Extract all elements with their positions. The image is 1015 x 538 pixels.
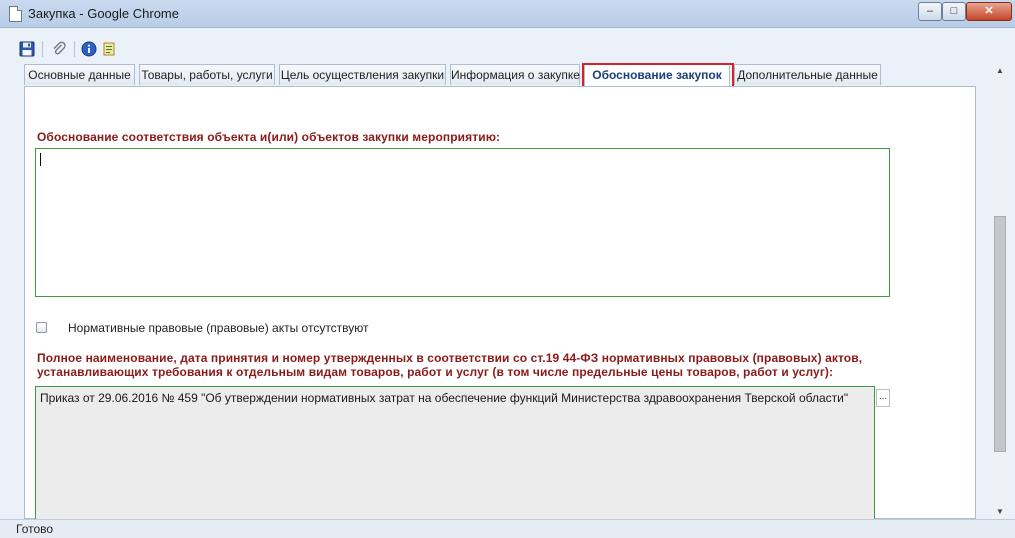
close-button[interactable]: ✕ <box>966 2 1012 21</box>
tab-purchase-justification[interactable]: Обоснование закупок <box>584 64 730 86</box>
toolbar-separator <box>42 41 43 57</box>
select-legal-act-button[interactable]: ... <box>876 389 890 407</box>
paperclip-icon[interactable] <box>50 40 68 58</box>
maximize-button[interactable]: □ <box>942 2 966 21</box>
scroll-up-icon[interactable]: ▲ <box>992 64 1008 78</box>
page-icon <box>9 6 22 22</box>
toolbar <box>12 38 1002 62</box>
tab-goods-works-services[interactable]: Товары, работы, услуги <box>139 64 275 85</box>
justification-heading: Обоснование соответствия объекта и(или) … <box>37 130 501 144</box>
tab-purchase-goal[interactable]: Цель осуществления закупки <box>279 64 446 85</box>
text-cursor <box>40 153 41 166</box>
save-icon[interactable] <box>18 40 36 58</box>
no-legal-acts-checkbox[interactable] <box>36 322 47 333</box>
toolbar-separator <box>74 41 75 57</box>
tab-content-panel: Обоснование соответствия объекта и(или) … <box>24 86 976 537</box>
background-window-ghost <box>640 3 910 23</box>
justification-textarea[interactable] <box>35 148 890 297</box>
info-icon[interactable] <box>80 40 98 58</box>
window-title: Закупка - Google Chrome <box>28 6 179 21</box>
title-bar: Закупка - Google Chrome – □ ✕ <box>0 0 1015 28</box>
legal-acts-textarea[interactable]: Приказ от 29.06.2016 № 459 "Об утвержден… <box>35 386 875 537</box>
document-icon[interactable] <box>100 40 118 58</box>
legal-acts-heading-line2: устанавливающих требования к отдельным в… <box>37 365 834 379</box>
vertical-scrollbar[interactable]: ▲ ▼ <box>992 64 1008 519</box>
tab-main-data[interactable]: Основные данные <box>24 64 135 85</box>
tab-strip: Основные данные Товары, работы, услуги Ц… <box>24 64 984 86</box>
no-legal-acts-label: Нормативные правовые (правовые) акты отс… <box>68 321 369 335</box>
status-text: Готово <box>16 522 54 536</box>
tab-purchase-info[interactable]: Информация о закупке <box>450 64 580 85</box>
scroll-down-icon[interactable]: ▼ <box>992 505 1008 519</box>
dialog-body: Основные данные Товары, работы, услуги Ц… <box>0 28 1015 537</box>
status-bar: Готово <box>0 519 1015 538</box>
tab-additional-data[interactable]: Дополнительные данные <box>734 64 881 85</box>
scroll-thumb[interactable] <box>994 216 1006 452</box>
legal-acts-heading-line1: Полное наименование, дата принятия и ном… <box>37 351 863 365</box>
minimize-button[interactable]: – <box>918 2 942 21</box>
